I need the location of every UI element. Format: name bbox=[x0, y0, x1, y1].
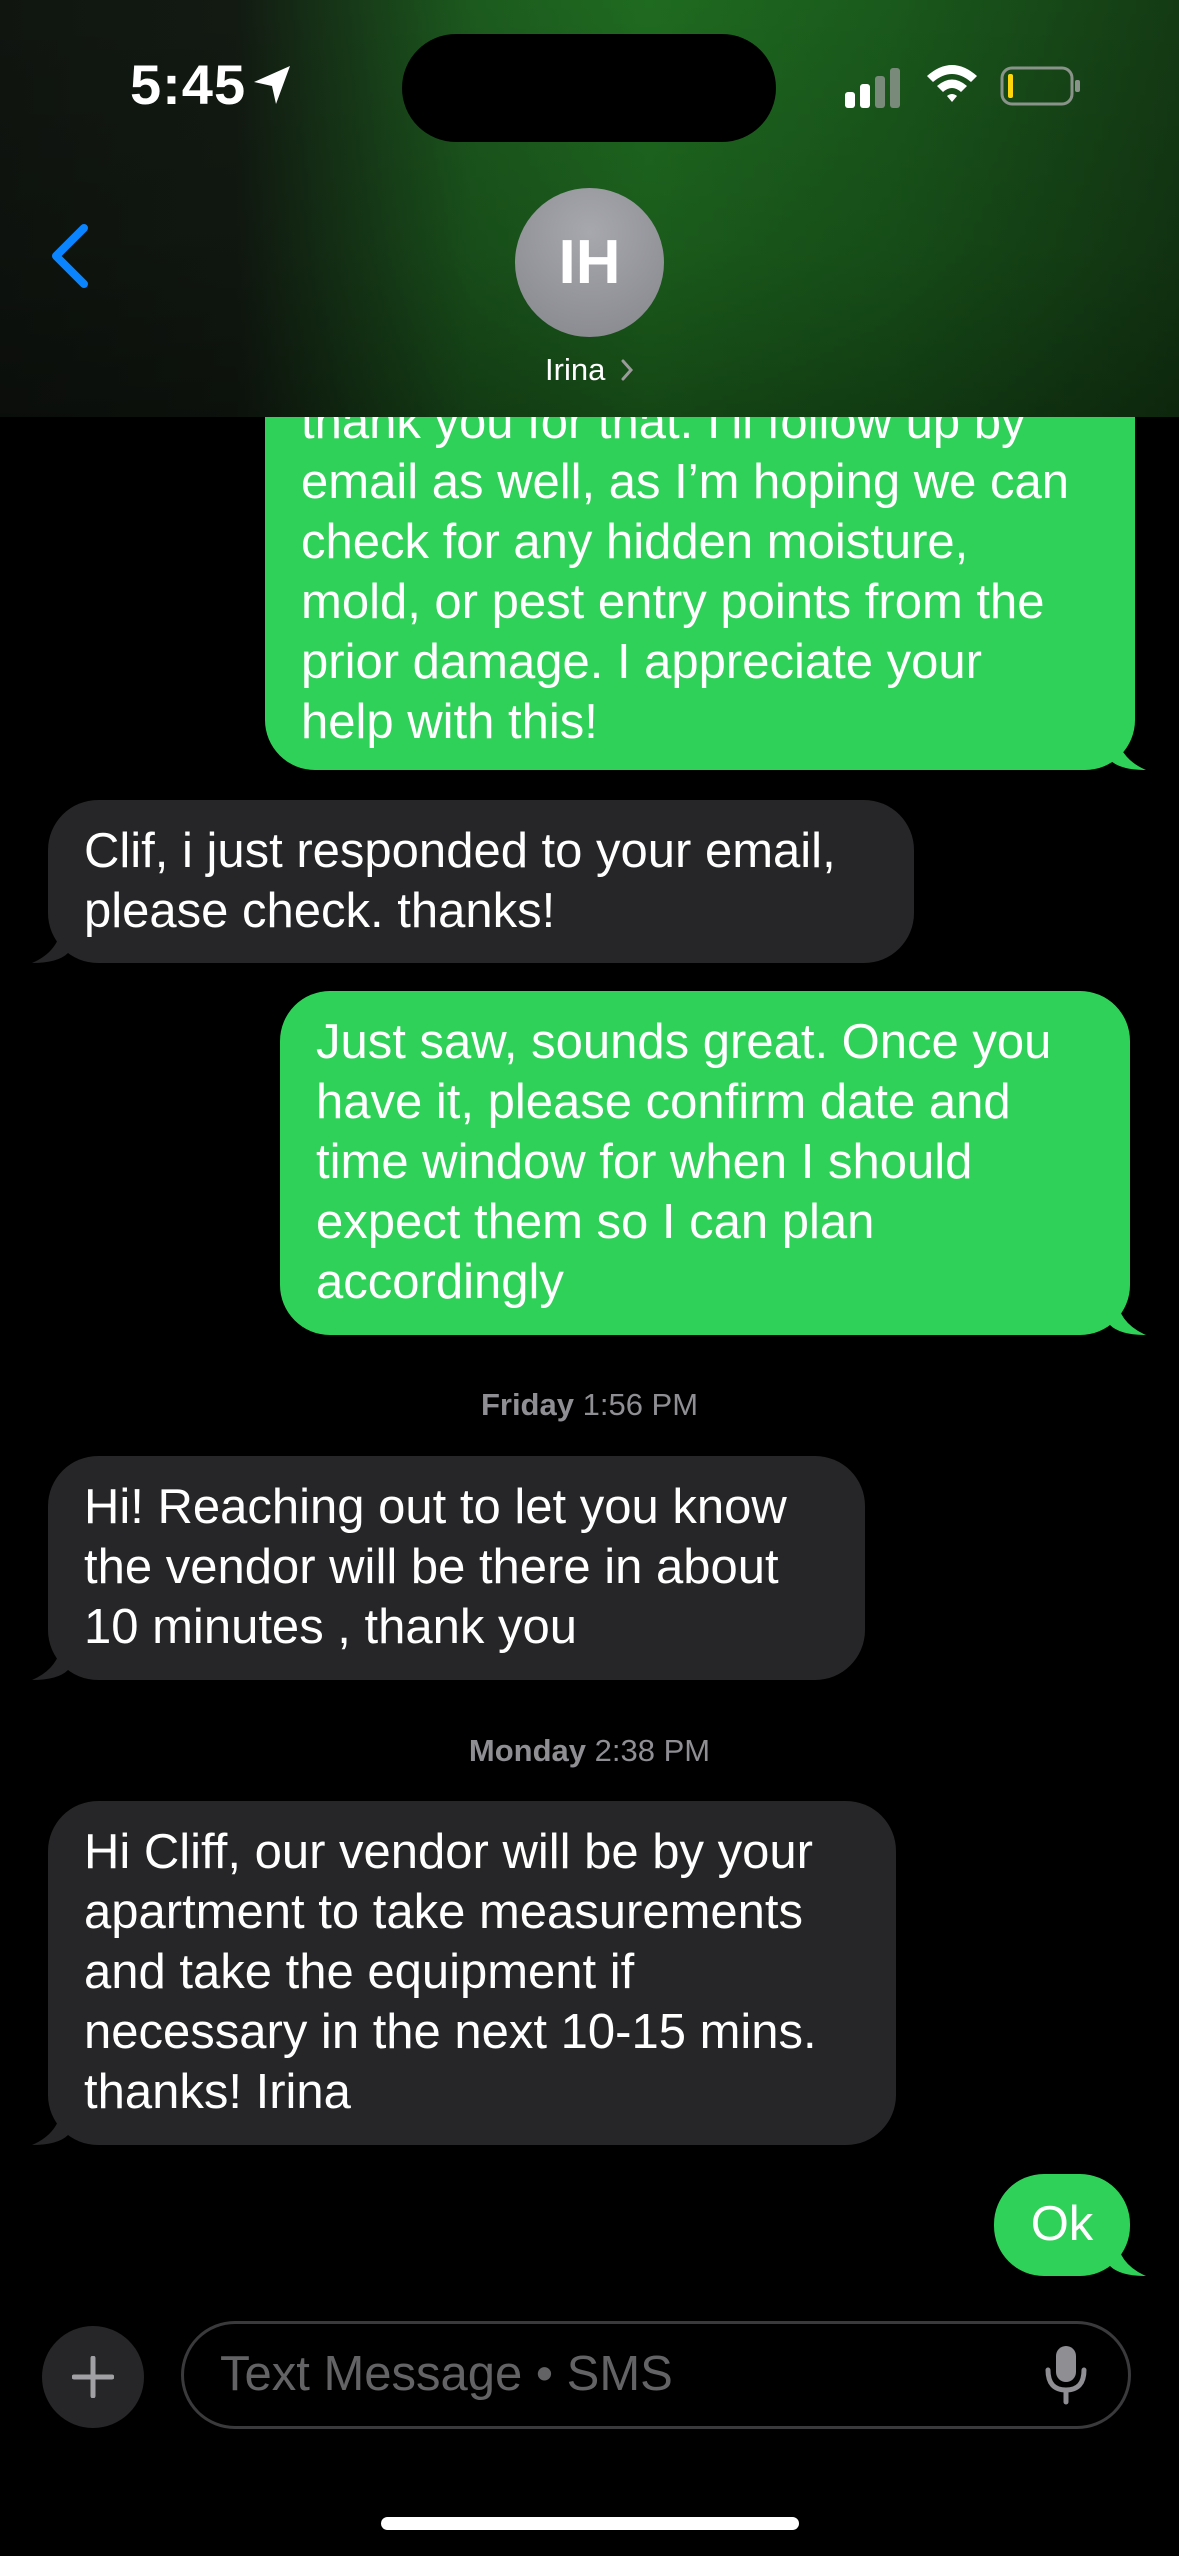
message-input-placeholder: Text Message • SMS bbox=[220, 2347, 673, 2401]
back-chevron-icon[interactable] bbox=[46, 222, 92, 290]
add-attachment-button[interactable] bbox=[42, 2326, 144, 2428]
avatar-initials: IH bbox=[558, 228, 621, 297]
battery-icon bbox=[1000, 66, 1080, 106]
message-bubble-outgoing[interactable]: Just saw, sounds great. Once you have it… bbox=[280, 991, 1130, 1335]
location-arrow-icon bbox=[254, 66, 290, 104]
chevron-right-icon bbox=[621, 359, 633, 381]
bubble-tail bbox=[1110, 730, 1146, 770]
bubble-tail bbox=[32, 1640, 68, 1680]
message-bubble-incoming[interactable]: Hi! Reaching out to let you know the ven… bbox=[48, 1456, 865, 1680]
home-indicator bbox=[381, 2517, 799, 2530]
timestamp-divider: Monday 2:38 PM bbox=[468, 1733, 711, 1768]
bubble-tail bbox=[1110, 1295, 1146, 1335]
wifi-icon bbox=[927, 65, 977, 102]
message-bubble-outgoing[interactable]: thank you for that. I’ll follow up by em… bbox=[265, 380, 1135, 770]
contact-avatar[interactable]: IH bbox=[515, 188, 664, 337]
microphone-icon[interactable] bbox=[1043, 2344, 1089, 2406]
timestamp-divider: Friday 1:56 PM bbox=[480, 1387, 699, 1422]
message-bubble-incoming[interactable]: Hi Cliff, our vendor will be by your apa… bbox=[48, 1801, 896, 2145]
bubble-tail bbox=[1110, 2236, 1146, 2276]
conversation-header: 5:45 IH Irina bbox=[0, 0, 1179, 417]
contact-name: Irina bbox=[545, 352, 606, 387]
bubble-tail bbox=[32, 2105, 68, 2145]
status-time: 5:45 bbox=[130, 53, 247, 116]
message-bubble-incoming[interactable]: Clif, i just responded to your email, pl… bbox=[48, 800, 914, 963]
contact-name-button[interactable]: Irina bbox=[0, 352, 1179, 388]
cellular-signal-icon bbox=[845, 68, 900, 108]
plus-icon bbox=[72, 2356, 114, 2398]
bubble-tail bbox=[32, 923, 68, 963]
dynamic-island bbox=[402, 34, 776, 142]
